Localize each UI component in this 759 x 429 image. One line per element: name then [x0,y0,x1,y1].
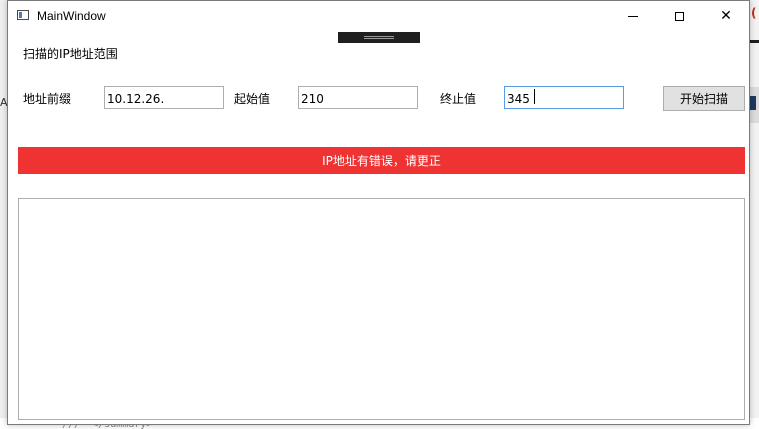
background-tab [750,96,756,110]
address-prefix-input[interactable] [104,86,224,109]
background-error-marker: ( [751,6,757,20]
scan-results-textbox[interactable] [18,198,745,420]
error-message-banner: IP地址有错误，请更正 [18,147,745,174]
start-value-input[interactable] [298,86,418,109]
window-title: MainWindow [37,9,106,23]
end-value-input[interactable] [504,86,624,109]
close-icon: ✕ [720,8,732,24]
debug-toolbar-handle[interactable] [338,32,420,43]
minimize-button[interactable] [610,1,656,31]
main-window: MainWindow ✕ 扫描的IP地址范围 地址前缀 起始值 终止值 开始扫描… [7,0,750,425]
scan-range-label: 扫描的IP地址范围 [23,47,118,61]
background-toolbar-strip [750,40,759,43]
start-scan-button[interactable]: 开始扫描 [663,86,745,111]
address-prefix-label: 地址前缀 [23,92,72,106]
start-value-label: 起始值 [234,92,271,106]
maximize-button[interactable] [656,1,702,31]
maximize-icon [674,11,684,21]
background-editor-edge: ( [750,0,759,429]
app-window-icon [17,10,29,20]
end-value-label: 终止值 [440,92,477,106]
grip-icon [364,36,394,39]
title-bar[interactable]: MainWindow ✕ [8,1,749,31]
close-button[interactable]: ✕ [703,1,749,31]
text-caret [534,89,535,104]
minimize-icon [628,15,638,17]
